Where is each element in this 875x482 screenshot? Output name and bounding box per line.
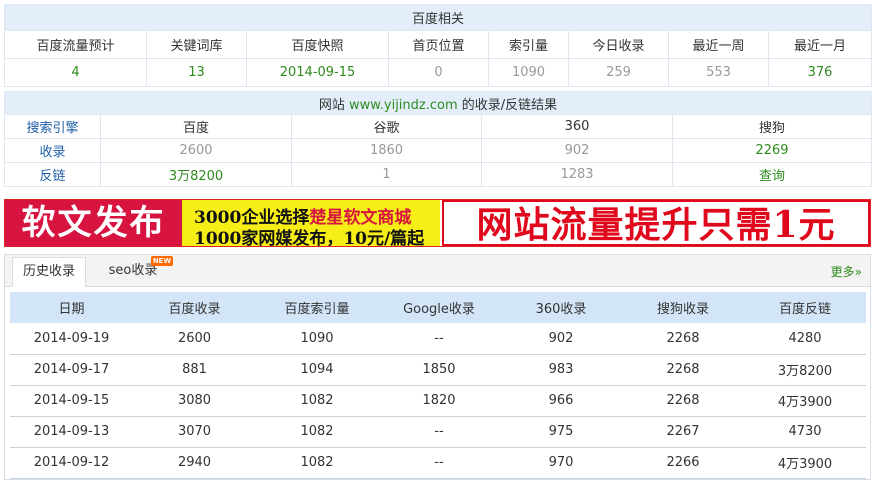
history-cell: --	[378, 447, 500, 479]
history-cell: 975	[500, 416, 622, 448]
history-cell: 966	[500, 385, 622, 417]
history-cell: 4730	[744, 416, 866, 448]
history-cell: 4280	[744, 323, 866, 355]
indexed-360: 902	[481, 138, 673, 163]
history-header: 百度反链	[744, 292, 866, 323]
new-badge: NEW	[151, 256, 173, 266]
backlinks-baidu-link[interactable]: 3万8200	[100, 162, 292, 187]
history-cell: 3万8200	[744, 354, 866, 386]
engines-caption-suffix: 的收录/反链结果	[461, 97, 558, 113]
ad-banner-line2: 1000家网媒发布，10元/篇起	[194, 229, 425, 247]
history-panel: 历史收录 seo收录 NEW 更多» 日期 百度收录 百度索引量 Google收…	[4, 254, 871, 480]
history-header-row: 日期 百度收录 百度索引量 Google收录 360收录 搜狗收录 百度反链	[10, 292, 866, 323]
history-cell: 970	[500, 447, 622, 479]
table-row: 2014-09-13 3070 1082 -- 975 2267 4730	[10, 416, 866, 448]
history-cell: 2267	[622, 416, 744, 448]
history-cell: 4万3900	[744, 385, 866, 417]
history-cell: 2268	[622, 354, 744, 386]
history-cell: 1082	[256, 385, 378, 417]
engine-results-table: 网站 www.yijindz.com 的收录/反链结果 搜索引擎 百度 谷歌 3…	[3, 91, 873, 187]
baidu-header: 百度快照	[246, 30, 389, 59]
backlinks-google: 1	[291, 162, 482, 187]
table-row: 2014-09-15 3080 1082 1820 966 2268 4万390…	[10, 385, 866, 417]
history-cell: 983	[500, 354, 622, 386]
baidu-header: 百度流量预计	[4, 30, 147, 59]
baidu-week-count: 553	[668, 58, 769, 87]
history-cell: --	[378, 323, 500, 355]
ad-banner-title: 软文发布	[5, 200, 182, 246]
baidu-header: 最近一月	[767, 30, 873, 59]
baidu-index-count: 1090	[488, 58, 569, 87]
history-cell: 1090	[256, 323, 378, 355]
baidu-header: 首页位置	[388, 30, 489, 59]
table-row: 2014-09-17 881 1094 1850 983 2268 3万8200	[10, 354, 866, 386]
engine-header-baidu: 百度	[100, 114, 292, 139]
history-header: 360收录	[500, 292, 622, 323]
engine-header-google: 谷歌	[291, 114, 482, 139]
ad-banner-traffic: 网站流量提升只需1元	[442, 200, 870, 246]
baidu-header: 最近一周	[668, 30, 769, 59]
tab-bar: 历史收录 seo收录 NEW 更多»	[5, 255, 870, 287]
history-cell: 2600	[133, 323, 256, 355]
history-cell: 2014-09-15	[10, 385, 133, 417]
history-header: 日期	[10, 292, 133, 323]
baidu-snapshot-link[interactable]: 2014-09-15	[246, 58, 389, 87]
history-cell: 2268	[622, 385, 744, 417]
baidu-header: 关键词库	[146, 30, 247, 59]
baidu-today-count: 259	[568, 58, 669, 87]
baidu-stats-table: 百度相关 百度流量预计 关键词库 百度快照 首页位置 索引量 今日收录 最近一周…	[3, 4, 873, 87]
history-cell: 2266	[622, 447, 744, 479]
engines-caption-prefix: 网站	[318, 97, 345, 113]
table-row: 2014-09-12 2940 1082 -- 970 2266 4万3900	[10, 447, 866, 479]
engine-header-sogou: 搜狗	[671, 114, 873, 139]
history-cell: 1094	[256, 354, 378, 386]
baidu-traffic-link[interactable]: 4	[4, 58, 147, 87]
history-cell: 1850	[378, 354, 500, 386]
indexed-google: 1860	[291, 138, 482, 163]
baidu-home-position: 0	[388, 58, 489, 87]
backlinks-sogou-query-link[interactable]: 查询	[671, 162, 873, 187]
baidu-caption: 百度相关	[3, 4, 873, 31]
history-header: Google收录	[378, 292, 500, 323]
history-table: 日期 百度收录 百度索引量 Google收录 360收录 搜狗收录 百度反链 2…	[10, 292, 866, 479]
history-cell: 1082	[256, 416, 378, 448]
engine-header-360: 360	[481, 114, 673, 139]
history-cell: 3070	[133, 416, 256, 448]
row-label-backlinks: 反链	[4, 162, 101, 187]
ad-banner[interactable]: 软文发布 3000企业选择楚星软文商城 1000家网媒发布，10元/篇起 网站流…	[4, 199, 871, 247]
indexed-baidu: 2600	[100, 138, 292, 163]
history-cell: --	[378, 416, 500, 448]
baidu-header: 今日收录	[568, 30, 669, 59]
history-cell: 2014-09-19	[10, 323, 133, 355]
history-cell: 3080	[133, 385, 256, 417]
history-cell: 2940	[133, 447, 256, 479]
history-cell: 2268	[622, 323, 744, 355]
history-header: 百度索引量	[256, 292, 378, 323]
tab-history[interactable]: 历史收录	[12, 257, 86, 287]
history-cell: 881	[133, 354, 256, 386]
history-header: 百度收录	[133, 292, 256, 323]
history-cell: 902	[500, 323, 622, 355]
history-cell: 4万3900	[744, 447, 866, 479]
indexed-sogou-link[interactable]: 2269	[671, 138, 873, 163]
history-cell: 1082	[256, 447, 378, 479]
engines-corner-label: 搜索引擎	[4, 114, 101, 139]
backlinks-360: 1283	[481, 162, 673, 187]
history-header: 搜狗收录	[622, 292, 744, 323]
table-row: 2014-09-19 2600 1090 -- 902 2268 4280	[10, 323, 866, 355]
baidu-keywords-link[interactable]: 13	[146, 58, 247, 87]
baidu-header: 索引量	[488, 30, 569, 59]
more-link[interactable]: 更多»	[831, 263, 862, 280]
history-cell: 2014-09-12	[10, 447, 133, 479]
baidu-month-link[interactable]: 376	[767, 58, 873, 87]
site-link[interactable]: www.yijindz.com	[349, 98, 458, 113]
ad-banner-middle: 3000企业选择楚星软文商城 1000家网媒发布，10元/篇起	[182, 200, 440, 246]
history-cell: 1820	[378, 385, 500, 417]
row-label-indexed: 收录	[4, 138, 101, 163]
history-cell: 2014-09-17	[10, 354, 133, 386]
history-cell: 2014-09-13	[10, 416, 133, 448]
engines-caption: 网站 www.yijindz.com 的收录/反链结果	[3, 91, 873, 115]
